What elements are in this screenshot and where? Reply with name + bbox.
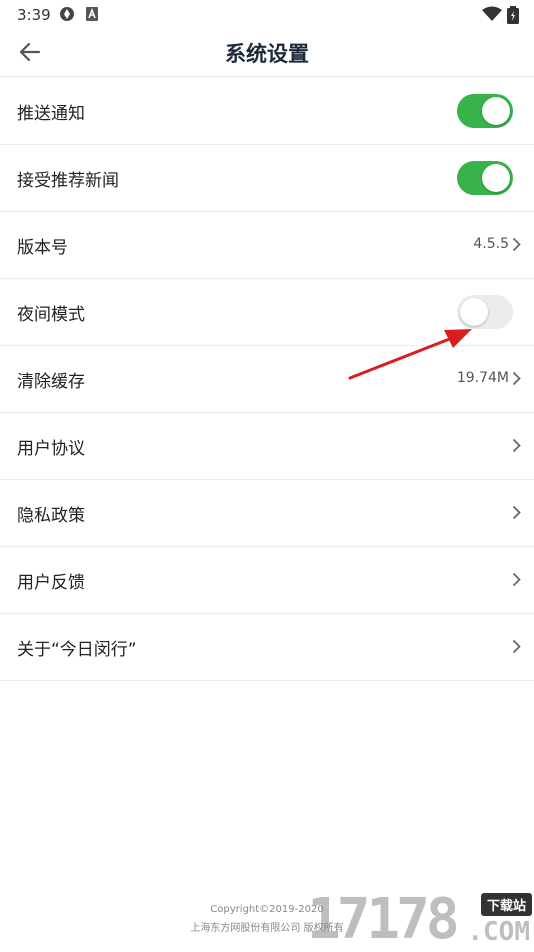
chevron-right-icon <box>512 438 521 453</box>
chevron-right-icon <box>512 639 521 654</box>
status-bar: 3:39 <box>0 0 534 28</box>
setting-label: 版本号 <box>17 238 68 258</box>
setting-label: 隐私政策 <box>17 506 85 526</box>
version-value: 4.5.5 <box>473 236 509 252</box>
chevron-right-icon <box>512 371 521 386</box>
chevron-right-icon <box>512 237 521 252</box>
push-notifications-toggle[interactable] <box>457 94 513 128</box>
setting-row-user-agreement[interactable]: 用户协议 <box>0 413 534 480</box>
top-app-bar: 系统设置 <box>0 28 534 77</box>
setting-label: 夜间模式 <box>17 305 85 325</box>
status-time: 3:39 <box>17 6 51 24</box>
setting-label: 清除缓存 <box>17 372 85 392</box>
sync-app-icon <box>60 7 74 21</box>
setting-row-version[interactable]: 版本号 4.5.5 <box>0 212 534 279</box>
watermark-suffix: .COM <box>467 917 530 947</box>
setting-label: 用户协议 <box>17 439 85 459</box>
chevron-right-icon <box>512 572 521 587</box>
page-title: 系统设置 <box>225 42 309 66</box>
wifi-icon <box>482 6 502 21</box>
setting-row-privacy-policy[interactable]: 隐私政策 <box>0 480 534 547</box>
a-app-icon <box>86 7 98 21</box>
toggle-knob <box>482 164 510 192</box>
setting-label: 关于“今日闵行” <box>17 640 137 660</box>
annotation-arrow <box>348 329 472 380</box>
recommended-news-toggle[interactable] <box>457 161 513 195</box>
battery-charging-icon <box>507 6 519 24</box>
setting-row-recommended-news: 接受推荐新闻 <box>0 145 534 212</box>
setting-row-user-feedback[interactable]: 用户反馈 <box>0 547 534 614</box>
setting-label: 接受推荐新闻 <box>17 171 119 191</box>
chevron-right-icon <box>512 505 521 520</box>
watermark-logo: 17178 下载站 .COM <box>305 883 534 952</box>
setting-row-about[interactable]: 关于“今日闵行” <box>0 614 534 681</box>
watermark-badge: 下载站 <box>480 893 532 916</box>
setting-label: 推送通知 <box>17 104 85 124</box>
watermark-digits: 17178 <box>307 887 460 952</box>
toggle-knob <box>482 97 510 125</box>
setting-label: 用户反馈 <box>17 573 85 593</box>
setting-row-push-notifications: 推送通知 <box>0 78 534 145</box>
